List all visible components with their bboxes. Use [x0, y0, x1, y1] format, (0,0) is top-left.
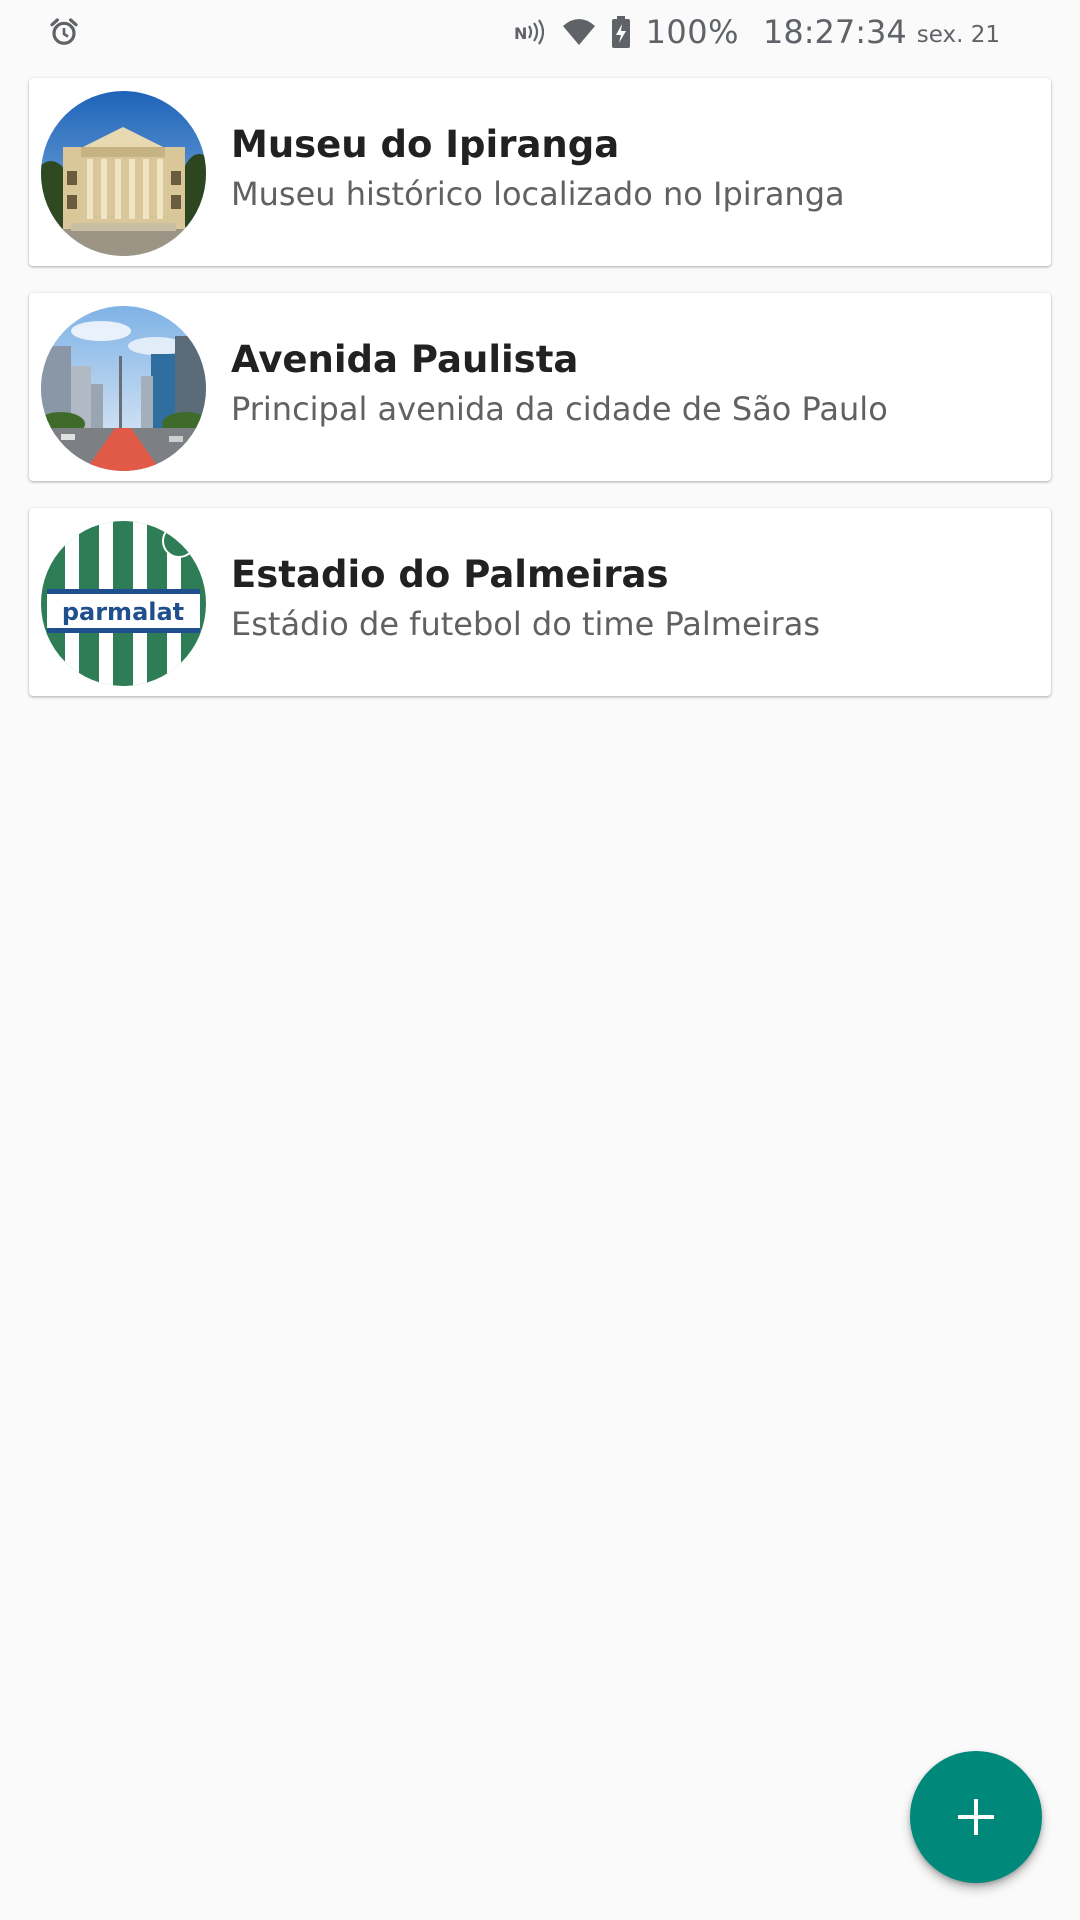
wifi-icon	[562, 15, 596, 49]
place-text: Avenida Paulista Principal avenida da ci…	[231, 337, 1031, 431]
nfc-icon: N	[514, 15, 548, 49]
place-subtitle: Principal avenida da cidade de São Paulo	[231, 390, 888, 428]
place-text: Museu do Ipiranga Museu histórico locali…	[231, 122, 1031, 216]
place-title: Avenida Paulista	[231, 338, 579, 381]
places-list: Museu do Ipiranga Museu histórico locali…	[29, 78, 1051, 723]
battery-charging-icon	[610, 15, 632, 49]
status-right-group: N 100% 18:27:34 sex. 21	[514, 0, 1000, 64]
place-card-avenida-paulista[interactable]: Avenida Paulista Principal avenida da ci…	[29, 293, 1051, 481]
place-thumbnail-palmeiras-jersey: parmalat	[41, 521, 206, 686]
clock-date: sex. 21	[916, 22, 1000, 48]
place-card-museu-ipiranga[interactable]: Museu do Ipiranga Museu histórico locali…	[29, 78, 1051, 266]
place-card-estadio-palmeiras[interactable]: parmalat Estadio do Palmeiras Estádio de…	[29, 508, 1051, 696]
place-thumbnail-museum	[41, 91, 206, 256]
battery-percent: 100%	[645, 13, 740, 51]
svg-text:N: N	[514, 24, 527, 43]
place-text: Estadio do Palmeiras Estádio de futebol …	[231, 552, 1031, 646]
place-title: Museu do Ipiranga	[231, 123, 620, 166]
clock-time: 18:27:34	[763, 13, 907, 51]
add-place-button[interactable]	[910, 1751, 1042, 1883]
place-subtitle: Estádio de futebol do time Palmeiras	[231, 605, 820, 643]
place-thumbnail-avenue	[41, 306, 206, 471]
jersey-sponsor-text: parmalat	[62, 598, 184, 626]
place-subtitle: Museu histórico localizado no Ipiranga	[231, 175, 845, 213]
status-bar: N 100% 18:27:34 sex. 21	[0, 0, 1080, 64]
alarm-clock-icon	[48, 16, 80, 48]
screen: N 100% 18:27:34 sex. 21 Museu do Ipirang…	[0, 0, 1080, 1920]
place-title: Estadio do Palmeiras	[231, 553, 669, 596]
plus-icon	[958, 1799, 994, 1835]
